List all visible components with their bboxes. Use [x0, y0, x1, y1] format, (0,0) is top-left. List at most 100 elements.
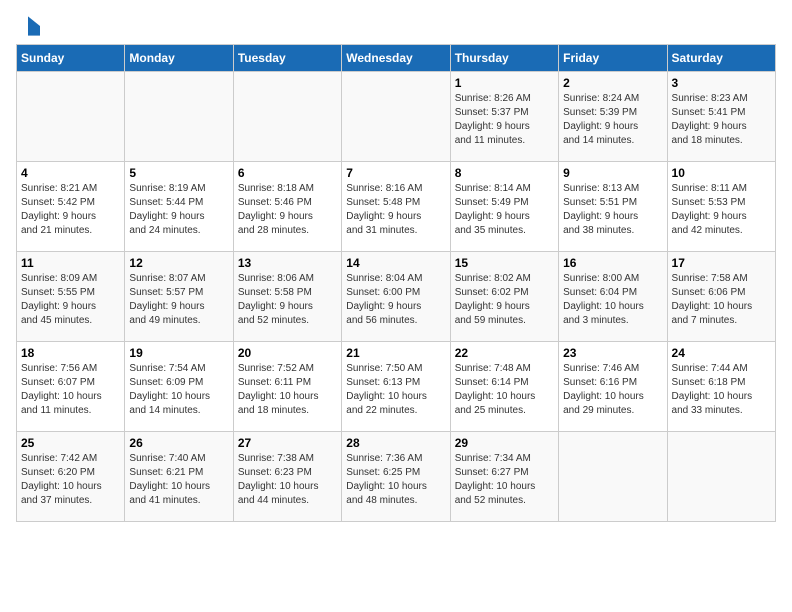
day-detail: Sunrise: 8:26 AM Sunset: 5:37 PM Dayligh…	[455, 92, 554, 148]
calendar-week-row: 25 Sunrise: 7:42 AM Sunset: 6:20 PM Dayli…	[17, 432, 776, 522]
day-number: 25	[21, 436, 120, 450]
day-detail: Sunrise: 8:21 AM Sunset: 5:42 PM Dayligh…	[21, 182, 120, 238]
day-of-week-header: Monday	[125, 45, 233, 72]
calendar-day-cell	[667, 432, 775, 522]
day-detail: Sunrise: 7:42 AM Sunset: 6:20 PM Dayligh…	[21, 452, 120, 508]
day-detail: Sunrise: 8:14 AM Sunset: 5:49 PM Dayligh…	[455, 182, 554, 238]
day-detail: Sunrise: 8:04 AM Sunset: 6:00 PM Dayligh…	[346, 272, 445, 328]
day-number: 8	[455, 166, 554, 180]
calendar-day-cell: 6 Sunrise: 8:18 AM Sunset: 5:46 PM Daylig…	[233, 162, 341, 252]
page-header	[16, 16, 776, 36]
day-number: 10	[672, 166, 771, 180]
day-number: 15	[455, 256, 554, 270]
calendar-day-cell: 16Sunrise: 8:00 AM Sunset: 6:04 PM Dayli…	[559, 252, 667, 342]
calendar-day-cell: 15 Sunrise: 8:02 AM Sunset: 6:02 PM Dayli…	[450, 252, 558, 342]
day-detail: Sunrise: 7:58 AM Sunset: 6:06 PM Dayligh…	[672, 272, 771, 328]
day-detail: Sunrise: 8:16 AM Sunset: 5:48 PM Dayligh…	[346, 182, 445, 238]
day-number: 11	[21, 256, 120, 270]
day-number: 13	[238, 256, 337, 270]
calendar-day-cell	[559, 432, 667, 522]
day-number: 29	[455, 436, 554, 450]
day-detail: Sunrise: 8:23 AM Sunset: 5:41 PM Dayligh…	[672, 92, 771, 148]
calendar-week-row: 4Sunrise: 8:21 AM Sunset: 5:42 PM Daylig…	[17, 162, 776, 252]
calendar-day-cell: 22 Sunrise: 7:48 AM Sunset: 6:14 PM Dayli…	[450, 342, 558, 432]
day-of-week-header: Saturday	[667, 45, 775, 72]
logo	[16, 16, 44, 36]
day-detail: Sunrise: 7:40 AM Sunset: 6:21 PM Dayligh…	[129, 452, 228, 508]
day-number: 3	[672, 76, 771, 90]
day-of-week-header: Tuesday	[233, 45, 341, 72]
calendar-day-cell: 26Sunrise: 7:40 AM Sunset: 6:21 PM Dayli…	[125, 432, 233, 522]
day-of-week-header: Friday	[559, 45, 667, 72]
calendar-day-cell: 28 Sunrise: 7:36 AM Sunset: 6:25 PM Dayli…	[342, 432, 450, 522]
day-detail: Sunrise: 7:38 AM Sunset: 6:23 PM Dayligh…	[238, 452, 337, 508]
day-number: 20	[238, 346, 337, 360]
day-number: 5	[129, 166, 228, 180]
day-number: 21	[346, 346, 445, 360]
calendar-day-cell: 9Sunrise: 8:13 AM Sunset: 5:51 PM Daylig…	[559, 162, 667, 252]
day-number: 9	[563, 166, 662, 180]
day-number: 19	[129, 346, 228, 360]
calendar-header-row: SundayMondayTuesdayWednesdayThursdayFrid…	[17, 45, 776, 72]
day-detail: Sunrise: 7:36 AM Sunset: 6:25 PM Dayligh…	[346, 452, 445, 508]
calendar-day-cell	[125, 72, 233, 162]
calendar-day-cell	[17, 72, 125, 162]
calendar-day-cell: 12Sunrise: 8:07 AM Sunset: 5:57 PM Dayli…	[125, 252, 233, 342]
day-of-week-header: Thursday	[450, 45, 558, 72]
calendar-day-cell: 3 Sunrise: 8:23 AM Sunset: 5:41 PM Daylig…	[667, 72, 775, 162]
day-number: 1	[455, 76, 554, 90]
calendar-day-cell: 21 Sunrise: 7:50 AM Sunset: 6:13 PM Dayli…	[342, 342, 450, 432]
day-number: 14	[346, 256, 445, 270]
day-detail: Sunrise: 8:09 AM Sunset: 5:55 PM Dayligh…	[21, 272, 120, 328]
calendar-day-cell: 7 Sunrise: 8:16 AM Sunset: 5:48 PM Daylig…	[342, 162, 450, 252]
calendar-day-cell: 2 Sunrise: 8:24 AM Sunset: 5:39 PM Daylig…	[559, 72, 667, 162]
calendar-day-cell: 4Sunrise: 8:21 AM Sunset: 5:42 PM Daylig…	[17, 162, 125, 252]
day-number: 12	[129, 256, 228, 270]
day-detail: Sunrise: 8:18 AM Sunset: 5:46 PM Dayligh…	[238, 182, 337, 238]
calendar-week-row: 18 Sunrise: 7:56 AM Sunset: 6:07 PM Dayli…	[17, 342, 776, 432]
day-number: 6	[238, 166, 337, 180]
day-detail: Sunrise: 8:24 AM Sunset: 5:39 PM Dayligh…	[563, 92, 662, 148]
calendar-day-cell: 25 Sunrise: 7:42 AM Sunset: 6:20 PM Dayli…	[17, 432, 125, 522]
calendar-day-cell: 5Sunrise: 8:19 AM Sunset: 5:44 PM Daylig…	[125, 162, 233, 252]
day-number: 22	[455, 346, 554, 360]
day-number: 18	[21, 346, 120, 360]
logo-icon	[16, 16, 40, 36]
calendar-day-cell: 14 Sunrise: 8:04 AM Sunset: 6:00 PM Dayli…	[342, 252, 450, 342]
day-detail: Sunrise: 7:56 AM Sunset: 6:07 PM Dayligh…	[21, 362, 120, 418]
calendar-day-cell	[342, 72, 450, 162]
day-detail: Sunrise: 7:46 AM Sunset: 6:16 PM Dayligh…	[563, 362, 662, 418]
day-of-week-header: Sunday	[17, 45, 125, 72]
day-of-week-header: Wednesday	[342, 45, 450, 72]
day-detail: Sunrise: 8:02 AM Sunset: 6:02 PM Dayligh…	[455, 272, 554, 328]
day-detail: Sunrise: 7:52 AM Sunset: 6:11 PM Dayligh…	[238, 362, 337, 418]
calendar-day-cell: 8 Sunrise: 8:14 AM Sunset: 5:49 PM Daylig…	[450, 162, 558, 252]
day-detail: Sunrise: 7:50 AM Sunset: 6:13 PM Dayligh…	[346, 362, 445, 418]
calendar-day-cell: 11 Sunrise: 8:09 AM Sunset: 5:55 PM Dayli…	[17, 252, 125, 342]
day-detail: Sunrise: 7:34 AM Sunset: 6:27 PM Dayligh…	[455, 452, 554, 508]
calendar-table: SundayMondayTuesdayWednesdayThursdayFrid…	[16, 44, 776, 522]
calendar-day-cell: 10 Sunrise: 8:11 AM Sunset: 5:53 PM Dayli…	[667, 162, 775, 252]
calendar-day-cell: 17 Sunrise: 7:58 AM Sunset: 6:06 PM Dayli…	[667, 252, 775, 342]
calendar-day-cell: 19 Sunrise: 7:54 AM Sunset: 6:09 PM Dayli…	[125, 342, 233, 432]
calendar-day-cell	[233, 72, 341, 162]
calendar-day-cell: 27Sunrise: 7:38 AM Sunset: 6:23 PM Dayli…	[233, 432, 341, 522]
day-number: 17	[672, 256, 771, 270]
day-detail: Sunrise: 8:06 AM Sunset: 5:58 PM Dayligh…	[238, 272, 337, 328]
day-number: 7	[346, 166, 445, 180]
day-detail: Sunrise: 7:48 AM Sunset: 6:14 PM Dayligh…	[455, 362, 554, 418]
calendar-day-cell: 29 Sunrise: 7:34 AM Sunset: 6:27 PM Dayli…	[450, 432, 558, 522]
day-number: 28	[346, 436, 445, 450]
day-number: 23	[563, 346, 662, 360]
calendar-week-row: 11 Sunrise: 8:09 AM Sunset: 5:55 PM Dayli…	[17, 252, 776, 342]
day-detail: Sunrise: 8:00 AM Sunset: 6:04 PM Dayligh…	[563, 272, 662, 328]
calendar-day-cell: 1 Sunrise: 8:26 AM Sunset: 5:37 PM Daylig…	[450, 72, 558, 162]
calendar-day-cell: 18 Sunrise: 7:56 AM Sunset: 6:07 PM Dayli…	[17, 342, 125, 432]
day-detail: Sunrise: 7:44 AM Sunset: 6:18 PM Dayligh…	[672, 362, 771, 418]
calendar-day-cell: 24 Sunrise: 7:44 AM Sunset: 6:18 PM Dayli…	[667, 342, 775, 432]
calendar-week-row: 1 Sunrise: 8:26 AM Sunset: 5:37 PM Daylig…	[17, 72, 776, 162]
day-detail: Sunrise: 8:11 AM Sunset: 5:53 PM Dayligh…	[672, 182, 771, 238]
day-detail: Sunrise: 7:54 AM Sunset: 6:09 PM Dayligh…	[129, 362, 228, 418]
day-number: 24	[672, 346, 771, 360]
day-number: 2	[563, 76, 662, 90]
